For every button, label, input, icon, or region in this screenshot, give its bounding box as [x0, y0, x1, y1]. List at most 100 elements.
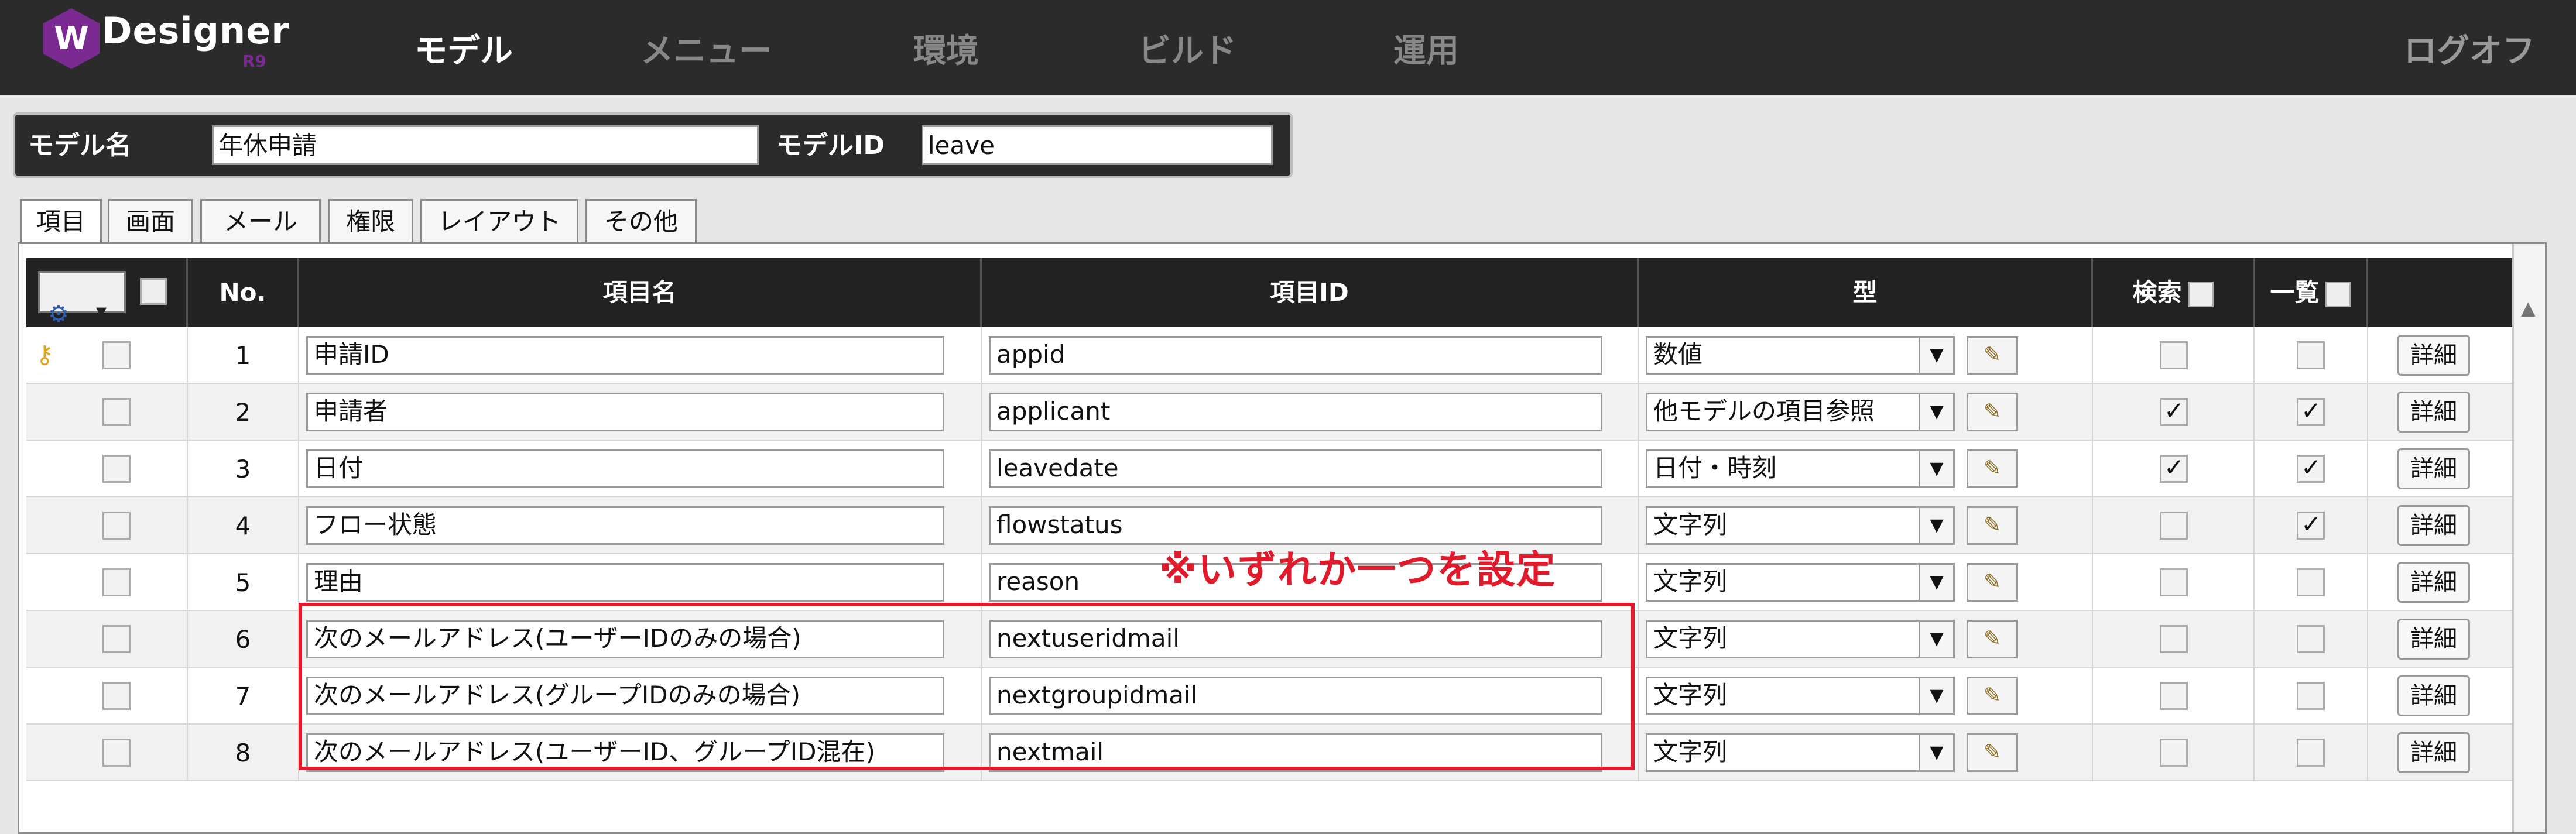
type-settings-button[interactable]: ✎	[1967, 677, 2018, 715]
item-id-input[interactable]: nextgroupidmail	[989, 677, 1602, 715]
search-cell	[2093, 611, 2255, 668]
list-checkbox[interactable]	[2297, 568, 2325, 596]
item-name-input[interactable]: 申請ID	[306, 336, 944, 375]
item-name-input[interactable]: 次のメールアドレス(ユーザーIDのみの場合)	[306, 620, 944, 658]
grid-header: ⚙ ▾ No. 項目名 項目ID 型 検索 一覧	[26, 258, 2520, 328]
type-select[interactable]: 文字列 ▼	[1646, 563, 1955, 602]
list-checkbox[interactable]	[2297, 396, 2325, 426]
nav-build[interactable]: ビルド	[1138, 25, 1236, 72]
row-checkbox[interactable]	[102, 455, 131, 483]
detail-button[interactable]: 詳細	[2397, 732, 2470, 773]
tab-layout[interactable]: レイアウト	[420, 199, 578, 243]
detail-button[interactable]: 詳細	[2397, 448, 2470, 489]
item-name-input[interactable]: フロー状態	[306, 506, 944, 545]
model-id-label: モデルID	[776, 131, 885, 160]
search-checkbox[interactable]	[2160, 625, 2188, 653]
detail-button[interactable]: 詳細	[2397, 675, 2470, 716]
type-select[interactable]: 文字列 ▼	[1646, 620, 1955, 658]
type-settings-button[interactable]: ✎	[1967, 449, 2018, 488]
search-checkbox[interactable]	[2160, 512, 2188, 540]
type-select-value: 文字列	[1653, 737, 1728, 766]
row-checkbox[interactable]	[102, 568, 131, 596]
type-select[interactable]: 日付・時刻 ▼	[1646, 449, 1955, 488]
search-checkbox[interactable]	[2160, 453, 2188, 483]
row-checkbox[interactable]	[102, 625, 131, 653]
row-checkbox[interactable]	[102, 512, 131, 540]
chevron-down-icon: ▼	[1919, 565, 1953, 600]
type-settings-button[interactable]: ✎	[1967, 563, 2018, 602]
item-id-input[interactable]: nextmail	[989, 733, 1602, 772]
nav-model[interactable]: モデル	[415, 25, 513, 72]
list-checkbox[interactable]	[2297, 510, 2325, 540]
type-cell: 文字列 ▼ ✎	[1639, 725, 2093, 781]
item-id-input[interactable]: applicant	[989, 393, 1602, 431]
nav-menu[interactable]: メニュー	[640, 25, 772, 72]
detail-button[interactable]: 詳細	[2397, 335, 2470, 376]
tab-items[interactable]: 項目	[20, 199, 102, 247]
type-settings-button[interactable]: ✎	[1967, 393, 2018, 431]
item-name-input[interactable]: 申請者	[306, 393, 944, 431]
item-name-input[interactable]: 日付	[306, 449, 944, 488]
select-all-checkbox[interactable]	[140, 278, 167, 305]
list-checkbox[interactable]	[2297, 625, 2325, 653]
type-select[interactable]: 数値 ▼	[1646, 336, 1955, 375]
row-number: 5	[188, 554, 299, 611]
logout-link[interactable]: ログオフ	[2404, 25, 2535, 72]
nav-environment[interactable]: 環境	[913, 25, 979, 72]
model-id-input[interactable]: leave	[922, 125, 1273, 165]
row-action-dropdown[interactable]: ⚙ ▾	[38, 271, 126, 328]
item-id-input[interactable]: leavedate	[989, 449, 1602, 488]
tab-other[interactable]: その他	[585, 199, 697, 243]
type-settings-button[interactable]: ✎	[1967, 506, 2018, 545]
search-checkbox[interactable]	[2160, 682, 2188, 710]
row-checkbox[interactable]	[102, 398, 131, 426]
header-search-label: 検索	[2132, 278, 2182, 307]
item-id-input[interactable]: nextuseridmail	[989, 620, 1602, 658]
detail-button[interactable]: 詳細	[2397, 619, 2470, 660]
list-checkbox[interactable]	[2297, 341, 2325, 369]
detail-button[interactable]: 詳細	[2397, 505, 2470, 546]
search-checkbox[interactable]	[2160, 396, 2188, 426]
row-checkbox[interactable]	[102, 682, 131, 710]
top-bar: W Designer R9 モデル メニュー 環境 ビルド 運用 ログオフ	[0, 0, 2576, 95]
list-checkbox[interactable]	[2297, 453, 2325, 483]
model-name-label: モデル名	[28, 131, 131, 160]
type-settings-button[interactable]: ✎	[1967, 336, 2018, 375]
detail-button[interactable]: 詳細	[2397, 392, 2470, 433]
scroll-up-icon[interactable]: ▲	[2521, 297, 2536, 319]
type-select[interactable]: 文字列 ▼	[1646, 506, 1955, 545]
row-checkbox[interactable]	[102, 739, 131, 767]
row-checkbox[interactable]	[102, 341, 131, 369]
list-checkbox[interactable]	[2297, 682, 2325, 710]
tab-permissions[interactable]: 権限	[328, 199, 413, 243]
row-number: 8	[188, 725, 299, 781]
item-name-cell: 日付	[299, 441, 982, 497]
detail-button[interactable]: 詳細	[2397, 562, 2470, 603]
list-all-checkbox[interactable]	[2325, 281, 2351, 307]
search-checkbox[interactable]	[2160, 568, 2188, 596]
nav-operation[interactable]: 運用	[1393, 25, 1459, 72]
item-id-input[interactable]: appid	[989, 336, 1602, 375]
type-settings-button[interactable]: ✎	[1967, 733, 2018, 772]
list-checkbox[interactable]	[2297, 739, 2325, 767]
type-select[interactable]: 他モデルの項目参照 ▼	[1646, 393, 1955, 431]
tab-mail[interactable]: メール	[200, 199, 321, 243]
detail-cell: 詳細	[2368, 441, 2499, 497]
vertical-scrollbar[interactable]: ▲	[2512, 244, 2545, 832]
item-name-input[interactable]: 理由	[306, 563, 944, 602]
tab-screen[interactable]: 画面	[108, 199, 193, 243]
item-name-input[interactable]: 次のメールアドレス(グループIDのみの場合)	[306, 677, 944, 715]
type-select[interactable]: 文字列 ▼	[1646, 733, 1955, 772]
list-cell	[2255, 497, 2368, 554]
list-cell	[2255, 725, 2368, 781]
model-name-input[interactable]: 年休申請	[212, 125, 759, 165]
app-logo[interactable]: W Designer R9	[39, 6, 289, 71]
model-info-bar: モデル名 年休申請 モデルID leave	[13, 112, 1293, 178]
search-checkbox[interactable]	[2160, 341, 2188, 369]
search-checkbox[interactable]	[2160, 739, 2188, 767]
table-row: 8 次のメールアドレス(ユーザーID、グループID混在) nextmail 文字…	[26, 725, 2520, 781]
item-name-input[interactable]: 次のメールアドレス(ユーザーID、グループID混在)	[306, 733, 944, 772]
type-settings-button[interactable]: ✎	[1967, 620, 2018, 658]
search-all-checkbox[interactable]	[2187, 281, 2214, 307]
type-select[interactable]: 文字列 ▼	[1646, 677, 1955, 715]
